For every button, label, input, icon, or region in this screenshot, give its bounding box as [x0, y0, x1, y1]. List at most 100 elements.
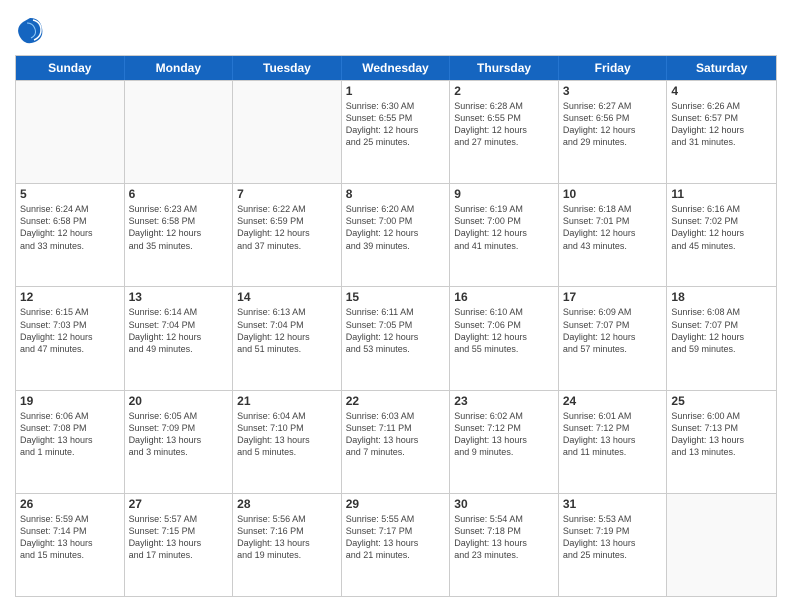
- calendar-cell-24: 24 Sunrise: 6:01 AM Sunset: 7:12 PM Dayli…: [559, 391, 668, 493]
- calendar-cell-3: 3 Sunrise: 6:27 AM Sunset: 6:56 PM Daylig…: [559, 81, 668, 183]
- day-number: 9: [454, 187, 554, 201]
- calendar-cell-16: 16 Sunrise: 6:10 AM Sunset: 7:06 PM Dayli…: [450, 287, 559, 389]
- day-info: Sunrise: 6:15 AM Sunset: 7:03 PM Dayligh…: [20, 306, 120, 355]
- calendar-cell-6: 6 Sunrise: 6:23 AM Sunset: 6:58 PM Daylig…: [125, 184, 234, 286]
- calendar-cell-29: 29Sunrise: 5:55 AM Sunset: 7:17 PM Dayli…: [342, 494, 451, 596]
- calendar-cell-9: 9 Sunrise: 6:19 AM Sunset: 7:00 PM Daylig…: [450, 184, 559, 286]
- day-number: 21: [237, 394, 337, 408]
- day-info: Sunrise: 6:08 AM Sunset: 7:07 PM Dayligh…: [671, 306, 772, 355]
- day-number: 26: [20, 497, 120, 511]
- calendar-cell-12: 12 Sunrise: 6:15 AM Sunset: 7:03 PM Dayli…: [16, 287, 125, 389]
- day-info: Sunrise: 6:26 AM Sunset: 6:57 PM Dayligh…: [671, 100, 772, 149]
- day-number: 5: [20, 187, 120, 201]
- day-info: Sunrise: 6:00 AM Sunset: 7:13 PM Dayligh…: [671, 410, 772, 459]
- day-info: Sunrise: 6:13 AM Sunset: 7:04 PM Dayligh…: [237, 306, 337, 355]
- header-day-thursday: Thursday: [450, 56, 559, 80]
- day-number: 4: [671, 84, 772, 98]
- day-info: Sunrise: 6:24 AM Sunset: 6:58 PM Dayligh…: [20, 203, 120, 252]
- calendar-cell-19: 19Sunrise: 6:06 AM Sunset: 7:08 PM Dayli…: [16, 391, 125, 493]
- calendar-cell-14: 14Sunrise: 6:13 AM Sunset: 7:04 PM Dayli…: [233, 287, 342, 389]
- day-info: Sunrise: 5:59 AM Sunset: 7:14 PM Dayligh…: [20, 513, 120, 562]
- day-number: 30: [454, 497, 554, 511]
- day-info: Sunrise: 6:04 AM Sunset: 7:10 PM Dayligh…: [237, 410, 337, 459]
- calendar-cell-30: 30 Sunrise: 5:54 AM Sunset: 7:18 PM Dayli…: [450, 494, 559, 596]
- calendar: SundayMondayTuesdayWednesdayThursdayFrid…: [15, 55, 777, 597]
- calendar-cell-8: 8Sunrise: 6:20 AM Sunset: 7:00 PM Daylig…: [342, 184, 451, 286]
- day-info: Sunrise: 6:22 AM Sunset: 6:59 PM Dayligh…: [237, 203, 337, 252]
- day-info: Sunrise: 6:02 AM Sunset: 7:12 PM Dayligh…: [454, 410, 554, 459]
- calendar-body: 1 Sunrise: 6:30 AM Sunset: 6:55 PM Daylig…: [16, 80, 776, 596]
- calendar-cell-27: 27 Sunrise: 5:57 AM Sunset: 7:15 PM Dayli…: [125, 494, 234, 596]
- day-number: 28: [237, 497, 337, 511]
- calendar-cell-21: 21 Sunrise: 6:04 AM Sunset: 7:10 PM Dayli…: [233, 391, 342, 493]
- logo-icon: [15, 15, 45, 45]
- day-number: 8: [346, 187, 446, 201]
- day-number: 11: [671, 187, 772, 201]
- day-info: Sunrise: 6:01 AM Sunset: 7:12 PM Dayligh…: [563, 410, 663, 459]
- calendar-row-0: 1 Sunrise: 6:30 AM Sunset: 6:55 PM Daylig…: [16, 80, 776, 183]
- calendar-row-4: 26 Sunrise: 5:59 AM Sunset: 7:14 PM Dayli…: [16, 493, 776, 596]
- day-number: 17: [563, 290, 663, 304]
- day-info: Sunrise: 6:09 AM Sunset: 7:07 PM Dayligh…: [563, 306, 663, 355]
- day-number: 6: [129, 187, 229, 201]
- day-number: 19: [20, 394, 120, 408]
- calendar-cell-15: 15 Sunrise: 6:11 AM Sunset: 7:05 PM Dayli…: [342, 287, 451, 389]
- day-info: Sunrise: 6:03 AM Sunset: 7:11 PM Dayligh…: [346, 410, 446, 459]
- day-info: Sunrise: 5:56 AM Sunset: 7:16 PM Dayligh…: [237, 513, 337, 562]
- calendar-cell-20: 20Sunrise: 6:05 AM Sunset: 7:09 PM Dayli…: [125, 391, 234, 493]
- day-number: 24: [563, 394, 663, 408]
- day-number: 2: [454, 84, 554, 98]
- day-number: 27: [129, 497, 229, 511]
- day-info: Sunrise: 5:54 AM Sunset: 7:18 PM Dayligh…: [454, 513, 554, 562]
- header-day-tuesday: Tuesday: [233, 56, 342, 80]
- day-number: 1: [346, 84, 446, 98]
- header-day-monday: Monday: [125, 56, 234, 80]
- day-info: Sunrise: 6:10 AM Sunset: 7:06 PM Dayligh…: [454, 306, 554, 355]
- day-number: 3: [563, 84, 663, 98]
- calendar-row-2: 12 Sunrise: 6:15 AM Sunset: 7:03 PM Dayli…: [16, 286, 776, 389]
- calendar-cell-empty: [233, 81, 342, 183]
- day-number: 22: [346, 394, 446, 408]
- day-number: 25: [671, 394, 772, 408]
- calendar-cell-1: 1 Sunrise: 6:30 AM Sunset: 6:55 PM Daylig…: [342, 81, 451, 183]
- header-day-wednesday: Wednesday: [342, 56, 451, 80]
- day-info: Sunrise: 6:30 AM Sunset: 6:55 PM Dayligh…: [346, 100, 446, 149]
- day-number: 20: [129, 394, 229, 408]
- calendar-cell-25: 25 Sunrise: 6:00 AM Sunset: 7:13 PM Dayli…: [667, 391, 776, 493]
- calendar-cell-4: 4 Sunrise: 6:26 AM Sunset: 6:57 PM Daylig…: [667, 81, 776, 183]
- calendar-cell-empty: [667, 494, 776, 596]
- day-info: Sunrise: 5:57 AM Sunset: 7:15 PM Dayligh…: [129, 513, 229, 562]
- calendar-row-3: 19Sunrise: 6:06 AM Sunset: 7:08 PM Dayli…: [16, 390, 776, 493]
- day-number: 15: [346, 290, 446, 304]
- day-number: 13: [129, 290, 229, 304]
- calendar-cell-23: 23Sunrise: 6:02 AM Sunset: 7:12 PM Dayli…: [450, 391, 559, 493]
- calendar-cell-31: 31Sunrise: 5:53 AM Sunset: 7:19 PM Dayli…: [559, 494, 668, 596]
- calendar-row-1: 5 Sunrise: 6:24 AM Sunset: 6:58 PM Daylig…: [16, 183, 776, 286]
- day-info: Sunrise: 6:28 AM Sunset: 6:55 PM Dayligh…: [454, 100, 554, 149]
- day-info: Sunrise: 6:23 AM Sunset: 6:58 PM Dayligh…: [129, 203, 229, 252]
- header-day-friday: Friday: [559, 56, 668, 80]
- day-info: Sunrise: 6:27 AM Sunset: 6:56 PM Dayligh…: [563, 100, 663, 149]
- day-info: Sunrise: 5:55 AM Sunset: 7:17 PM Dayligh…: [346, 513, 446, 562]
- calendar-cell-17: 17 Sunrise: 6:09 AM Sunset: 7:07 PM Dayli…: [559, 287, 668, 389]
- calendar-cell-5: 5 Sunrise: 6:24 AM Sunset: 6:58 PM Daylig…: [16, 184, 125, 286]
- calendar-cell-18: 18 Sunrise: 6:08 AM Sunset: 7:07 PM Dayli…: [667, 287, 776, 389]
- day-info: Sunrise: 6:11 AM Sunset: 7:05 PM Dayligh…: [346, 306, 446, 355]
- day-info: Sunrise: 5:53 AM Sunset: 7:19 PM Dayligh…: [563, 513, 663, 562]
- day-number: 10: [563, 187, 663, 201]
- header-day-saturday: Saturday: [667, 56, 776, 80]
- day-number: 12: [20, 290, 120, 304]
- calendar-header: SundayMondayTuesdayWednesdayThursdayFrid…: [16, 56, 776, 80]
- calendar-cell-13: 13Sunrise: 6:14 AM Sunset: 7:04 PM Dayli…: [125, 287, 234, 389]
- header-day-sunday: Sunday: [16, 56, 125, 80]
- page: SundayMondayTuesdayWednesdayThursdayFrid…: [0, 0, 792, 612]
- day-info: Sunrise: 6:16 AM Sunset: 7:02 PM Dayligh…: [671, 203, 772, 252]
- calendar-cell-26: 26 Sunrise: 5:59 AM Sunset: 7:14 PM Dayli…: [16, 494, 125, 596]
- header: [15, 15, 777, 45]
- day-number: 18: [671, 290, 772, 304]
- day-info: Sunrise: 6:19 AM Sunset: 7:00 PM Dayligh…: [454, 203, 554, 252]
- day-number: 7: [237, 187, 337, 201]
- calendar-cell-11: 11 Sunrise: 6:16 AM Sunset: 7:02 PM Dayli…: [667, 184, 776, 286]
- calendar-cell-2: 2 Sunrise: 6:28 AM Sunset: 6:55 PM Daylig…: [450, 81, 559, 183]
- day-number: 16: [454, 290, 554, 304]
